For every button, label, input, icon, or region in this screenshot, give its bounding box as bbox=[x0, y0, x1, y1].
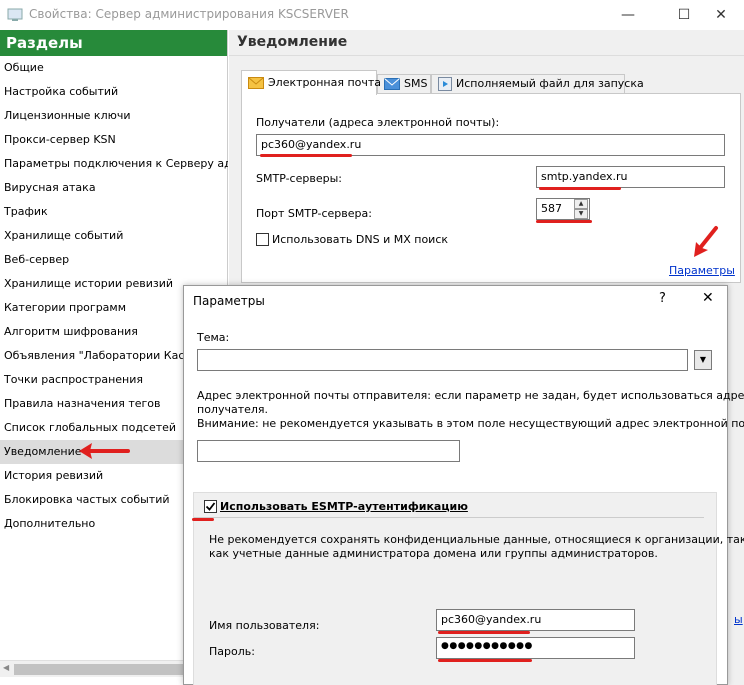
annotation-underline bbox=[539, 187, 621, 190]
username-input[interactable]: pc360@yandex.ru bbox=[436, 609, 635, 631]
subject-dropdown-button[interactable]: ▼ bbox=[694, 350, 712, 370]
tab-email-label: Электронная почта bbox=[268, 76, 382, 89]
esmtp-checkbox[interactable] bbox=[204, 500, 217, 513]
tab-executable[interactable]: Исполняемый файл для запуска bbox=[431, 74, 644, 94]
password-label: Пароль: bbox=[209, 645, 255, 658]
email-tab-content: Получатели (адреса электронной почты): p… bbox=[241, 93, 741, 283]
smtp-port-label: Порт SMTP-сервера: bbox=[256, 207, 372, 220]
help-button[interactable]: ? bbox=[659, 291, 666, 306]
esmtp-note-line2: как учетные данные администратора домена… bbox=[209, 547, 658, 560]
notification-header: Уведомление bbox=[229, 30, 744, 56]
parameters-link[interactable]: Параметры bbox=[669, 264, 735, 277]
dns-mx-label: Использовать DNS и MX поиск bbox=[272, 233, 449, 246]
spin-up-icon[interactable]: ▲ bbox=[574, 199, 588, 209]
annotation-underline bbox=[192, 518, 214, 521]
recipients-label: Получатели (адреса электронной почты): bbox=[256, 116, 500, 129]
annotation-arrow-icon bbox=[79, 443, 130, 459]
annotation-underline bbox=[536, 220, 592, 223]
parameters-dialog: Параметры ? ✕ Тема: ▼ Адрес электронной … bbox=[183, 285, 744, 685]
spin-down-icon[interactable]: ▼ bbox=[574, 209, 588, 219]
title-bar: Свойства: Сервер администрирования KSCSE… bbox=[0, 0, 744, 30]
smtp-servers-input[interactable]: smtp.yandex.ru bbox=[536, 166, 725, 188]
tab-executable-label: Исполняемый файл для запуска bbox=[456, 77, 644, 90]
sender-note-line3: Внимание: не рекомендуется указывать в э… bbox=[197, 417, 744, 430]
tab-email[interactable]: Электронная почта bbox=[241, 70, 381, 95]
sidebar-item[interactable]: Хранилище событий bbox=[0, 224, 228, 248]
sidebar-item[interactable]: Настройка событий bbox=[0, 80, 228, 104]
window-title: Свойства: Сервер администрирования KSCSE… bbox=[29, 7, 349, 21]
sender-address-input[interactable] bbox=[197, 440, 460, 462]
subject-label: Тема: bbox=[197, 331, 230, 344]
recipients-input[interactable]: pc360@yandex.ru bbox=[256, 134, 725, 156]
sections-header: Разделы bbox=[0, 30, 227, 56]
dialog-close-button[interactable]: ✕ bbox=[702, 290, 714, 306]
annotation-underline bbox=[260, 154, 352, 157]
sidebar-item[interactable]: Прокси-сервер KSN bbox=[0, 128, 228, 152]
esmtp-section: Использовать ESMTP-аутентификацию Не рек… bbox=[192, 492, 744, 685]
sms-icon bbox=[384, 78, 400, 90]
sidebar-item[interactable]: Лицензионные ключи bbox=[0, 104, 228, 128]
divider bbox=[194, 517, 704, 518]
username-label: Имя пользователя: bbox=[209, 619, 320, 632]
annotation-underline bbox=[438, 631, 530, 634]
annotation-underline bbox=[438, 659, 532, 662]
scroll-left-icon[interactable]: ◀ bbox=[3, 663, 9, 672]
smtp-servers-label: SMTP-серверы: bbox=[256, 172, 342, 185]
minimize-button[interactable]: — bbox=[605, 0, 651, 30]
esmtp-label: Использовать ESMTP-аутентификацию bbox=[220, 500, 468, 513]
checkmark-icon bbox=[205, 502, 216, 511]
port-spinner[interactable]: ▲ ▼ bbox=[574, 199, 588, 219]
dns-mx-checkbox[interactable] bbox=[256, 233, 269, 246]
dialog-title: Параметры bbox=[193, 294, 265, 308]
sidebar-item[interactable]: Вирусная атака bbox=[0, 176, 228, 200]
annotation-arrow-icon bbox=[694, 226, 718, 257]
subject-input[interactable] bbox=[197, 349, 688, 371]
app-icon bbox=[7, 8, 23, 21]
partial-link[interactable]: ы bbox=[734, 613, 743, 626]
tab-sms-label: SMS bbox=[404, 77, 428, 90]
envelope-icon bbox=[248, 77, 264, 89]
sidebar-item[interactable]: Веб-сервер bbox=[0, 248, 228, 272]
scrollbar-thumb[interactable] bbox=[14, 664, 184, 675]
executable-file-icon bbox=[438, 77, 452, 91]
sender-note-line2: получателя. bbox=[197, 403, 269, 416]
esmtp-note-line1: Не рекомендуется сохранять конфиденциаль… bbox=[209, 533, 744, 546]
chevron-down-icon: ▼ bbox=[699, 355, 707, 364]
sidebar-item[interactable]: Трафик bbox=[0, 200, 228, 224]
sidebar-item[interactable]: Параметры подключения к Серверу админи bbox=[0, 152, 228, 176]
sidebar-item[interactable]: Общие bbox=[0, 56, 228, 80]
close-button[interactable]: ✕ bbox=[698, 0, 744, 30]
tab-sms[interactable]: SMS bbox=[377, 74, 431, 94]
sender-note-line1: Адрес электронной почты отправителя: есл… bbox=[197, 389, 744, 402]
password-input[interactable]: ●●●●●●●●●●● bbox=[436, 637, 635, 659]
